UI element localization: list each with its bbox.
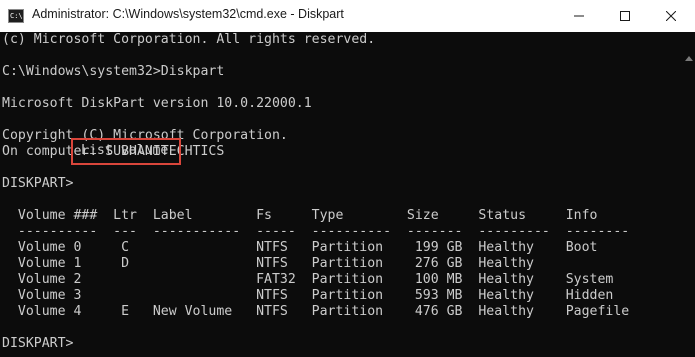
title-bar[interactable]: C:\. Administrator: C:\Windows\system32\…: [0, 0, 695, 32]
volume-table-row: Volume 3 NTFS Partition 593 MB Healthy H…: [2, 288, 614, 303]
volume-table-row: Volume 2 FAT32 Partition 100 MB Healthy …: [2, 272, 614, 287]
maximize-button[interactable]: [602, 0, 648, 32]
close-button[interactable]: [648, 0, 694, 32]
close-icon: [666, 11, 676, 21]
cmd-window: C:\. Administrator: C:\Windows\system32\…: [0, 0, 695, 357]
window-title: Administrator: C:\Windows\system32\cmd.e…: [32, 7, 344, 21]
minimize-button[interactable]: [556, 0, 602, 32]
volume-table-header: Volume ### Ltr Label Fs Type Size Status…: [2, 208, 598, 223]
maximize-icon: [620, 11, 630, 21]
diskpart-prompt: DISKPART>: [2, 336, 74, 351]
console-line: C:\Windows\system32>Diskpart: [2, 64, 225, 79]
diskpart-prompt: DISKPART>: [2, 176, 74, 191]
list-volume-command: List volume: [81, 143, 169, 158]
volume-table-row: Volume 1 D NTFS Partition 276 GB Healthy: [2, 256, 534, 271]
volume-table-row: Volume 0 C NTFS Partition 199 GB Healthy…: [2, 240, 598, 255]
console-line: (c) Microsoft Corporation. All rights re…: [2, 32, 376, 47]
console-line: Microsoft DiskPart version 10.0.22000.1: [2, 96, 312, 111]
vertical-scrollbar[interactable]: [683, 32, 695, 357]
cmd-app-icon[interactable]: C:\.: [8, 9, 24, 23]
volume-table-row: Volume 4 E New Volume NTFS Partition 476…: [2, 304, 630, 319]
console-output[interactable]: (c) Microsoft Corporation. All rights re…: [0, 32, 683, 357]
minimize-icon: [574, 15, 584, 17]
volume-table-divider: ---------- --- ----------- ----- -------…: [2, 224, 630, 239]
scroll-up-arrow-icon[interactable]: [685, 56, 693, 61]
